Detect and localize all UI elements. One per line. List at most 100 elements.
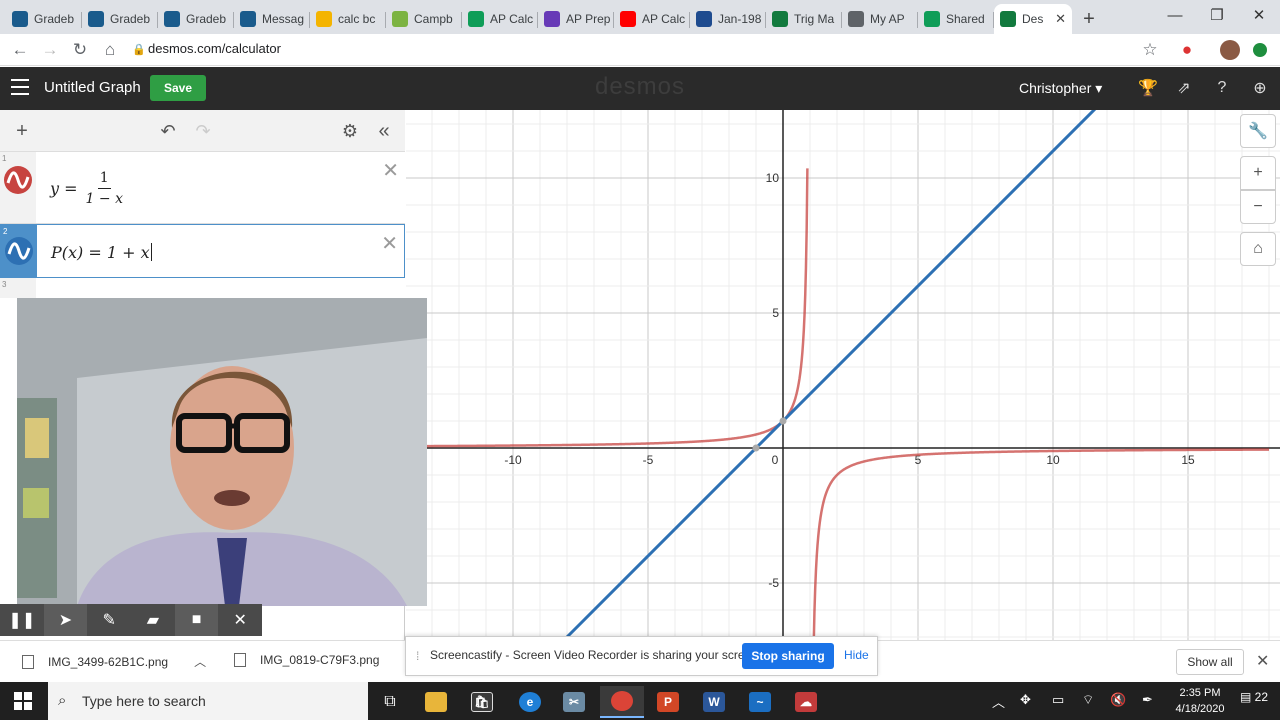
x-tick-label: -10 <box>504 453 522 467</box>
cloud-app-icon[interactable]: ☁ <box>784 686 828 718</box>
browser-tab[interactable]: AP Calc <box>462 4 538 34</box>
browser-tab[interactable]: Gradeb <box>6 4 82 34</box>
webcam-video <box>17 298 427 606</box>
expression-math[interactable]: P(x) = 1 + x <box>51 239 152 265</box>
wifi-icon[interactable]: ⌔ <box>1082 692 1094 708</box>
language-globe-icon[interactable]: ⊕ <box>1249 77 1271 99</box>
file-explorer-icon[interactable] <box>414 686 458 718</box>
expression-row-2[interactable]: 2 P(x) = 1 + x ✕ <box>0 224 405 278</box>
browser-tab[interactable]: Gradeb <box>82 4 158 34</box>
pause-icon[interactable]: ❚❚ <box>0 604 44 636</box>
tab-close-icon[interactable]: ✕ <box>1055 11 1066 27</box>
profile-avatar[interactable] <box>1218 38 1242 62</box>
browser-tab[interactable]: Campb <box>386 4 462 34</box>
snip-tool-icon[interactable]: ✂ <box>552 686 596 718</box>
reload-icon[interactable]: ↻ <box>68 38 92 62</box>
delete-expression-icon[interactable]: ✕ <box>382 158 399 183</box>
zoom-in-icon[interactable]: + <box>1240 156 1276 190</box>
settings-gear-icon[interactable]: ⚙ <box>338 119 362 143</box>
powerpoint-icon[interactable]: P <box>646 686 690 718</box>
drag-handle-icon[interactable]: ⁞ <box>416 649 419 663</box>
extension-green-icon[interactable] <box>1248 38 1272 62</box>
graph-paper[interactable]: -10 -5 0 5 10 15 10 5 -5 <box>406 110 1280 640</box>
expression-math[interactable]: y = 1 1 − x <box>50 166 123 210</box>
browser-tab[interactable]: Shared <box>918 4 994 34</box>
tab-title: AP Calc <box>642 12 686 26</box>
globe-icon <box>848 11 864 27</box>
browser-tab[interactable]: Des ✕ <box>994 4 1072 34</box>
pen-icon[interactable]: ✎ <box>87 604 131 636</box>
expression-row-1[interactable]: 1 y = 1 1 − x ✕ <box>0 152 405 224</box>
minimize-icon[interactable]: — <box>1152 0 1198 30</box>
stop-sharing-button[interactable]: Stop sharing <box>742 643 834 669</box>
browser-tab[interactable]: calc bc <box>310 4 386 34</box>
browser-tab[interactable]: AP Prep <box>538 4 614 34</box>
close-toolbar-icon[interactable]: ✕ <box>218 604 262 636</box>
browser-tab[interactable]: Messag <box>234 4 310 34</box>
url-field[interactable]: 🔒 desmos.com/calculator <box>132 41 1162 59</box>
window-close-icon[interactable]: ✕ <box>1236 0 1280 30</box>
zoom-out-icon[interactable]: − <box>1240 190 1276 224</box>
camera-icon[interactable]: ■ <box>174 604 219 636</box>
expression-row-3[interactable]: 3 <box>0 278 405 298</box>
forward-arrow-icon[interactable]: → <box>38 38 62 62</box>
browser-tab[interactable]: Trig Ma <box>766 4 842 34</box>
home-view-icon[interactable]: ⌂ <box>1240 232 1276 266</box>
task-view-icon[interactable]: ⧉ <box>368 686 412 718</box>
battery-icon[interactable]: ▭ <box>1052 692 1064 708</box>
delete-expression-icon[interactable]: ✕ <box>381 231 398 256</box>
browser-tab[interactable]: Jan-198 <box>690 4 766 34</box>
help-icon[interactable]: ? <box>1211 77 1233 99</box>
expression-lhs: y = <box>50 178 78 198</box>
tab-title: Jan-198 <box>718 12 762 26</box>
word-icon[interactable]: W <box>692 686 736 718</box>
chevron-up-icon[interactable]: ︿ <box>194 653 206 670</box>
whiteboard-icon[interactable]: ~ <box>738 686 782 718</box>
back-arrow-icon[interactable]: ← <box>8 38 32 62</box>
hide-button[interactable]: Hide <box>844 648 869 662</box>
graph-canvas[interactable]: -10 -5 0 5 10 15105-5 <box>406 110 1280 640</box>
trophy-icon[interactable]: 🏆 <box>1137 77 1159 99</box>
redo-icon[interactable]: ↷ <box>191 119 215 143</box>
volume-muted-icon[interactable]: 🔇 <box>1110 692 1126 708</box>
screencastify-extension-icon[interactable]: ● <box>1175 38 1199 62</box>
share-icon[interactable]: ⇗ <box>1173 77 1195 99</box>
show-all-button[interactable]: Show all <box>1176 649 1244 675</box>
download-item[interactable]: IMG_3499-62B1C.png ︿ <box>22 653 206 670</box>
undo-icon[interactable]: ↶ <box>156 119 180 143</box>
notifications-icon[interactable]: ▤ 22 <box>1240 690 1268 704</box>
close-downloads-icon[interactable]: ✕ <box>1256 651 1269 671</box>
bookmark-star-icon[interactable]: ☆ <box>1138 38 1162 62</box>
wave-color-icon[interactable] <box>4 166 32 194</box>
pointer-icon[interactable]: ➤ <box>43 604 88 636</box>
edge-icon[interactable]: e <box>508 686 552 718</box>
pen-workspace-icon[interactable]: ✒ <box>1142 692 1153 708</box>
tab-title: AP Calc <box>490 12 534 26</box>
wrench-icon[interactable]: 🔧 <box>1240 114 1276 148</box>
highlighter-icon[interactable]: ▰ <box>131 604 175 636</box>
hamburger-menu-icon[interactable] <box>11 79 29 95</box>
taskbar-search-box[interactable]: ⌕ Type here to search <box>48 682 368 720</box>
browser-tab[interactable]: My AP <box>842 4 918 34</box>
windows-start-icon[interactable] <box>14 692 32 710</box>
add-item-icon[interactable]: + <box>10 119 34 143</box>
browser-tab[interactable]: Gradeb <box>158 4 234 34</box>
user-menu[interactable]: Christopher ▾ <box>1019 80 1102 97</box>
save-button[interactable]: Save <box>150 75 206 101</box>
new-tab-button[interactable]: + <box>1072 4 1106 34</box>
url-text: desmos.com/calculator <box>148 41 281 56</box>
maximize-icon[interactable]: ❐ <box>1194 0 1240 30</box>
taskbar-clock[interactable]: 2:35 PM 4/18/2020 <box>1172 685 1228 717</box>
tray-chevron-icon[interactable]: ︿ <box>992 692 1005 711</box>
tab-title: Gradeb <box>186 12 227 26</box>
graph-title[interactable]: Untitled Graph <box>44 79 141 96</box>
dropbox-icon[interactable]: ✥ <box>1020 692 1031 708</box>
browser-tab[interactable]: AP Calc <box>614 4 690 34</box>
wave-color-icon[interactable] <box>5 237 33 265</box>
tab-title: Gradeb <box>110 12 151 26</box>
home-icon[interactable]: ⌂ <box>98 38 122 62</box>
download-item[interactable]: IMG_0819-C79F3.png <box>234 653 379 667</box>
chrome-icon[interactable] <box>600 686 644 718</box>
collapse-panel-icon[interactable]: « <box>372 119 396 143</box>
store-icon[interactable]: 🛍 <box>460 686 504 718</box>
